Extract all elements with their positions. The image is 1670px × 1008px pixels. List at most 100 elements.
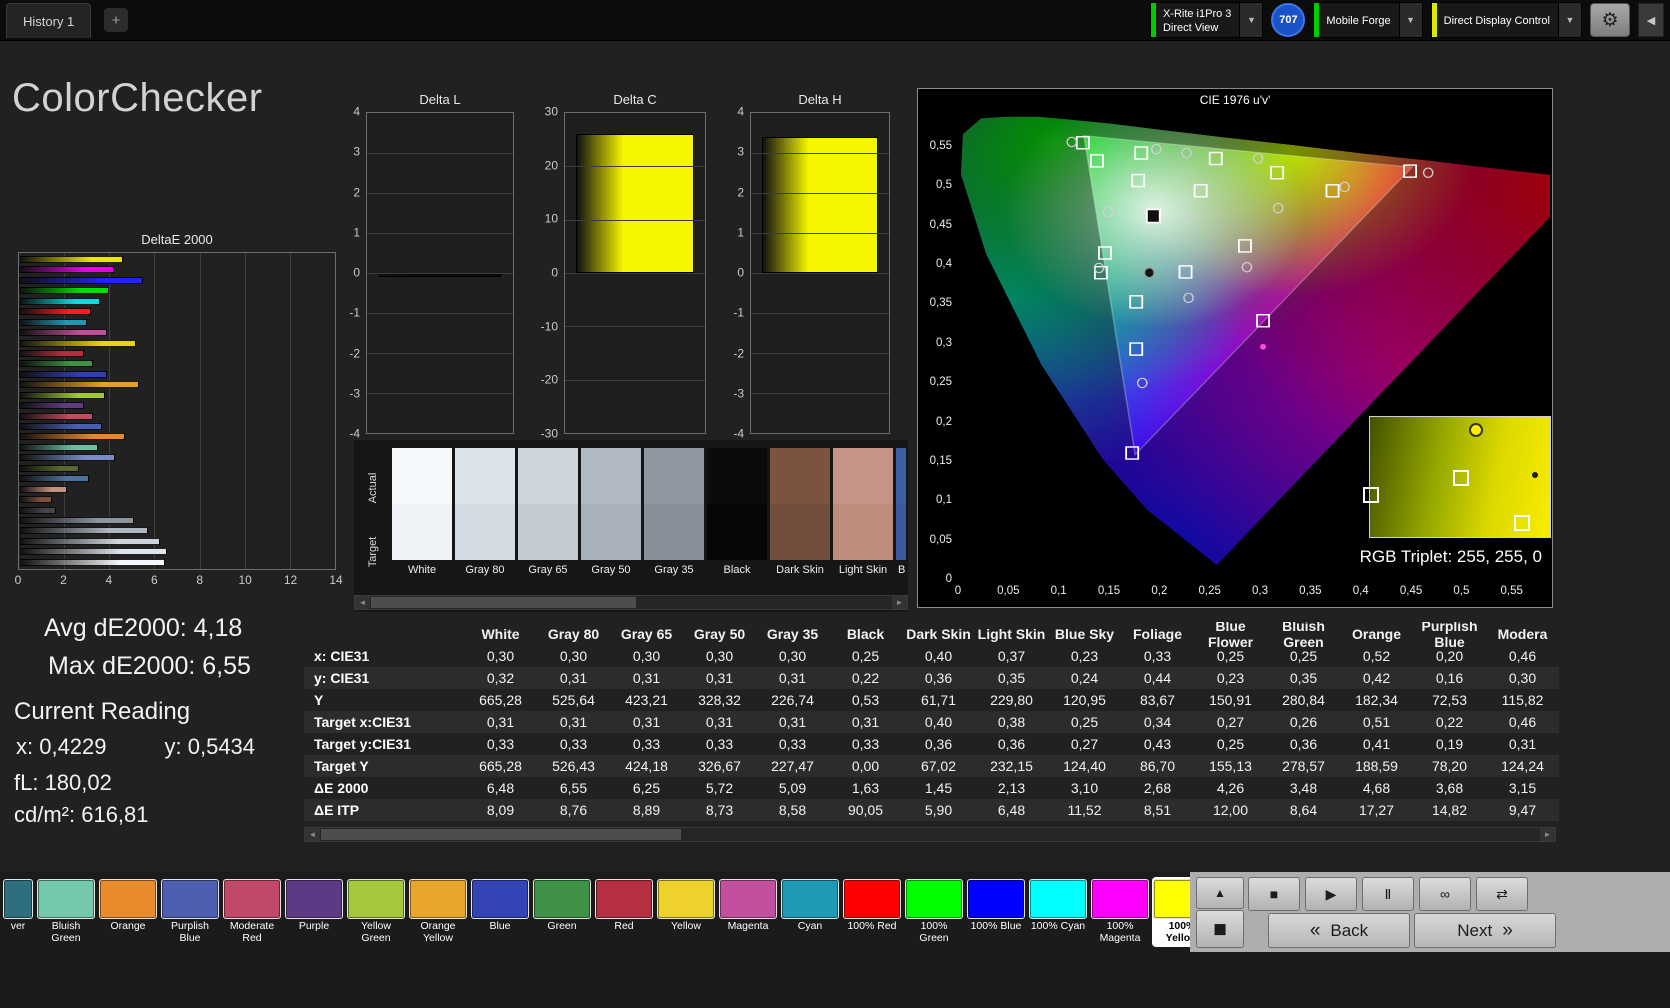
gridline xyxy=(751,273,889,274)
table-cell: 0,25 xyxy=(829,648,902,664)
table-cell: 0,25 xyxy=(1048,714,1121,730)
patch-tile[interactable]: 100% Magenta xyxy=(1090,877,1150,947)
patch-tile[interactable]: Bluish Green xyxy=(36,877,96,947)
shuffle-button[interactable]: ⇄ xyxy=(1476,877,1528,911)
actual-swatch xyxy=(896,448,906,504)
patch-tile[interactable]: Yellow Green xyxy=(346,877,406,947)
table-cell: 72,53 xyxy=(1413,692,1486,708)
table-row: Target Y665,28526,43424,18326,67227,470,… xyxy=(304,755,1559,777)
patch-tile[interactable]: Moderate Red xyxy=(222,877,282,947)
zoom-measured-circle xyxy=(1469,423,1483,437)
meter-dropdown-button[interactable]: ▼ xyxy=(1239,3,1262,37)
deltae-bar xyxy=(19,454,115,461)
current-x: x: 0,4229 xyxy=(16,734,107,759)
top-bar-controls: X-Rite i1Pro 3 Direct View ▼ 707 Mobile … xyxy=(1150,0,1670,40)
y-tick-label: 10 xyxy=(545,212,558,226)
y-tick-label: -30 xyxy=(541,426,558,440)
source-name: Mobile Forge xyxy=(1326,14,1390,28)
table-cell: 5,90 xyxy=(902,802,975,818)
deltae-bar xyxy=(19,308,91,315)
patch-tile[interactable]: Blue xyxy=(470,877,530,947)
table-cell: 86,70 xyxy=(1121,758,1194,774)
table-row: y: CIE310,320,310,310,310,310,220,360,35… xyxy=(304,667,1559,689)
table-scroll-left-button[interactable]: ◄ xyxy=(305,828,320,841)
infinity-button[interactable]: ∞ xyxy=(1419,877,1471,911)
table-cell: 0,38 xyxy=(975,714,1048,730)
source-dropdown-button[interactable]: ▼ xyxy=(1399,3,1422,37)
patch-tile[interactable]: 100% Red xyxy=(842,877,902,947)
transport-buttons: ■ ▶ Ⅱ∞⇄ xyxy=(1248,877,1528,911)
gridline xyxy=(751,233,889,234)
scroll-right-button[interactable]: ► xyxy=(892,596,907,609)
patch-tile[interactable]: Purplish Blue xyxy=(160,877,220,947)
target-swatch xyxy=(581,504,641,560)
patch-tile-color xyxy=(595,879,653,919)
patch-tile-color xyxy=(347,879,405,919)
target-swatch xyxy=(770,504,830,560)
patch-tile[interactable]: Red xyxy=(594,877,654,947)
next-chevrons-icon: » xyxy=(1502,920,1513,942)
workflow-dropdown-button[interactable]: ▼ xyxy=(1558,3,1581,37)
meter-label: X-Rite i1Pro 3 Direct View xyxy=(1156,3,1239,37)
pause-button[interactable]: Ⅱ xyxy=(1362,877,1414,911)
table-cell: 0,35 xyxy=(1267,670,1340,686)
patch-tile[interactable]: Orange Yellow xyxy=(408,877,468,947)
swatch-scrollbar-thumb[interactable] xyxy=(371,597,636,608)
patch-tile[interactable]: ver xyxy=(2,877,34,947)
next-button[interactable]: Next » xyxy=(1414,913,1556,948)
patch-tile[interactable]: 100% Blue xyxy=(966,877,1026,947)
expand-up-button[interactable]: ▲ xyxy=(1196,877,1244,909)
back-button[interactable]: « Back xyxy=(1268,913,1410,948)
table-cell: 0,33 xyxy=(756,736,829,752)
table-cell: 0,33 xyxy=(610,736,683,752)
patch-tile[interactable]: Green xyxy=(532,877,592,947)
play-icon: ▶ xyxy=(1326,886,1337,903)
patch-swatch: Dark Skin xyxy=(770,448,830,576)
table-cell: 0,31 xyxy=(756,714,829,730)
table-cell: 328,32 xyxy=(683,692,756,708)
history-tab[interactable]: History 1 xyxy=(6,3,91,38)
target-axis-label: Target xyxy=(367,507,379,597)
table-cell: 278,57 xyxy=(1267,758,1340,774)
scroll-left-button[interactable]: ◄ xyxy=(355,596,370,609)
deltae-bar xyxy=(19,413,93,420)
column-header: Modera xyxy=(1486,626,1559,642)
table-cell: 61,71 xyxy=(902,692,975,708)
table-cell: 83,67 xyxy=(1121,692,1194,708)
meter-selector[interactable]: X-Rite i1Pro 3 Direct View ▼ xyxy=(1150,2,1263,38)
stop-button[interactable]: ■ xyxy=(1248,877,1300,911)
x-tick-label: 10 xyxy=(238,573,251,587)
table-cell: 4,26 xyxy=(1194,780,1267,796)
play-button[interactable]: ▶ xyxy=(1305,877,1357,911)
target-swatch xyxy=(392,504,452,560)
table-cell: 280,84 xyxy=(1267,692,1340,708)
table-scroll-right-button[interactable]: ► xyxy=(1540,828,1555,841)
table-scrollbar[interactable]: ◄ ► xyxy=(304,827,1556,842)
table-cell: 8,51 xyxy=(1121,802,1194,818)
table-cell: 12,00 xyxy=(1194,802,1267,818)
swatch-scrollbar[interactable]: ◄ ► xyxy=(354,595,908,610)
patch-tile[interactable]: Magenta xyxy=(718,877,778,947)
patch-tile-label: ver xyxy=(3,921,33,944)
patch-mode-button[interactable]: ◼ xyxy=(1196,910,1244,948)
settings-button[interactable]: ⚙ xyxy=(1590,3,1630,37)
patch-tile[interactable]: Purple xyxy=(284,877,344,947)
measurement-count-badge[interactable]: 707 xyxy=(1271,3,1305,37)
x-tick-label: 12 xyxy=(284,573,297,587)
add-tab-button[interactable]: + xyxy=(104,8,128,32)
avg-de2000: Avg dE2000: 4,18 xyxy=(44,614,242,643)
x-tick-label: 4 xyxy=(106,573,113,587)
table-cell: 0,30 xyxy=(610,648,683,664)
patch-tile[interactable]: 100% Green xyxy=(904,877,964,947)
swatch-label: Blue xyxy=(896,564,906,576)
patch-tile-label: Red xyxy=(595,921,653,944)
patch-tile[interactable]: Yellow xyxy=(656,877,716,947)
patch-tile[interactable]: Cyan xyxy=(780,877,840,947)
patch-tile[interactable]: 100% Cyan xyxy=(1028,877,1088,947)
patch-tile[interactable]: Orange xyxy=(98,877,158,947)
workflow-selector[interactable]: Direct Display Control ▼ xyxy=(1431,2,1582,38)
table-cell: 0,40 xyxy=(902,714,975,730)
panel-collapse-button[interactable]: ◀ xyxy=(1638,3,1664,37)
source-selector[interactable]: Mobile Forge ▼ xyxy=(1313,2,1422,38)
table-scrollbar-thumb[interactable] xyxy=(321,829,681,840)
